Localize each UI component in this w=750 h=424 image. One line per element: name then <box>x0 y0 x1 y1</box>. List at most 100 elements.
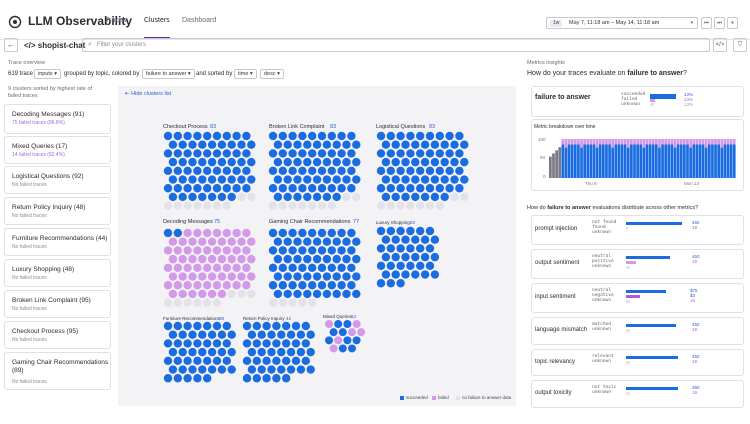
time-bar-succeeded <box>549 156 552 178</box>
x-tick: Mon 13 <box>684 181 700 186</box>
time-bar-succeeded <box>686 144 689 178</box>
cluster-card-decoding-messages[interactable]: Decoding Messages (91) 75 failed traces … <box>4 104 111 134</box>
shield-icon: ⛉ <box>737 42 743 48</box>
tab-dashboard[interactable]: Dashboard <box>182 17 216 24</box>
time-bar-succeeded <box>617 144 621 178</box>
time-bar-failed <box>648 139 652 145</box>
cluster-card-title: Return Policy Inquiry (48) <box>12 204 86 211</box>
time-bar-failed <box>580 139 583 148</box>
cluster-card-luxury-shopping[interactable]: Luxury Shopping (48) No failed traces <box>4 259 111 287</box>
cluster-card-mixed-queries[interactable]: Mixed Queries (17) 14 failed traces (82.… <box>4 136 111 164</box>
metric-value-label: unknown <box>592 359 611 364</box>
main-metric-name: failure to answer <box>535 94 591 101</box>
time-bar-succeeded <box>658 147 661 178</box>
metric-bar-segment <box>626 222 682 225</box>
cluster-card-gaming-chair[interactable]: Gaming Chair Recommendations (89) No fai… <box>4 352 111 390</box>
time-bar-failed <box>620 139 624 145</box>
color-by-select[interactable]: failure to answer ▾ <box>142 69 195 79</box>
time-bar-succeeded <box>623 144 627 178</box>
time-bar-succeeded <box>620 144 624 178</box>
time-bar-failed <box>592 139 596 145</box>
time-bar-failed <box>667 139 671 145</box>
time-bar-succeeded <box>611 147 615 178</box>
time-bar-succeeded <box>555 150 558 178</box>
time-bar-failed <box>720 139 724 148</box>
time-bar-succeeded <box>633 144 636 178</box>
metric-value-label: unknown <box>592 390 611 395</box>
cluster-count: 14 <box>351 314 357 319</box>
time-bar-succeeded <box>564 147 568 178</box>
cluster-card-checkout-process[interactable]: Checkout Process (95) No failed traces <box>4 321 111 349</box>
filter-placeholder: Filter your clusters <box>97 42 147 48</box>
cluster-card-title: Furniture Recommendations (44) <box>12 235 108 242</box>
time-bar-failed <box>729 139 733 145</box>
time-bar-succeeded <box>729 144 733 178</box>
time-bar-failed <box>623 139 627 145</box>
time-bar-failed <box>683 139 686 145</box>
time-bar-failed <box>689 139 692 148</box>
cluster-filter-input[interactable]: ⌕ Filter your clusters <box>82 38 710 52</box>
cluster-card-broken-link[interactable]: Broken Link Complaint (95) No failed tra… <box>4 290 111 318</box>
cluster-card-subtitle: No failed traces <box>12 379 47 385</box>
legend-failed: failed <box>438 395 449 400</box>
cluster-card-title: Broken Link Complaint (95) <box>12 297 91 304</box>
cluster-card-subtitle: No failed traces <box>12 337 47 343</box>
cluster-card-furniture-recommendations[interactable]: Furniture Recommendations (44) No failed… <box>4 228 111 256</box>
time-bar-succeeded <box>673 147 677 178</box>
time-bar-failed <box>570 139 574 145</box>
panel-collapse-icon: ⇤ <box>125 91 130 97</box>
code-view-button[interactable]: </> <box>713 38 727 52</box>
time-bar-succeeded <box>676 144 680 178</box>
question-suffix: ? <box>683 70 687 77</box>
cluster-title: Logistical Questions <box>376 124 426 130</box>
time-bar-succeeded <box>654 144 658 178</box>
time-bar-succeeded <box>558 147 562 178</box>
time-bar-succeeded <box>636 144 639 178</box>
time-bar-failed <box>679 139 683 145</box>
time-bar-succeeded <box>630 144 633 178</box>
metric-value-label: unknown <box>592 298 611 303</box>
cluster-title: Checkout Process <box>163 124 208 130</box>
tab-clusters[interactable]: Clusters <box>144 17 170 24</box>
cluster-card-return-policy[interactable]: Return Policy Inquiry (48) No failed tra… <box>4 197 111 225</box>
sort-field-select[interactable]: time ▾ <box>234 69 257 79</box>
x-tick: Thu 9 <box>585 181 597 186</box>
time-bar-succeeded <box>670 144 674 178</box>
back-button[interactable]: ← <box>4 38 18 52</box>
sort-direction-select[interactable]: desc ▾ <box>260 69 284 79</box>
time-bar-succeeded <box>664 144 668 178</box>
tab-traces[interactable]: Traces <box>105 17 126 24</box>
time-bar-failed <box>564 139 568 148</box>
dist-metric: failure to answer <box>547 205 591 211</box>
time-pause-button[interactable]: ⏸ <box>727 17 738 29</box>
time-bar-failed <box>692 139 696 145</box>
metric-value: 19 <box>692 390 698 395</box>
time-bar-succeeded <box>645 144 649 178</box>
cluster-count: 83 <box>210 124 217 130</box>
time-bar-succeeded <box>726 144 730 178</box>
trace-count: 619 trace <box>8 71 34 77</box>
cluster-card-logistical-questions[interactable]: Logistical Questions (92) No failed trac… <box>4 166 111 194</box>
time-range-picker[interactable]: 1w May 7, 11:18 am – May 14, 11:18 am ▾ <box>546 17 698 29</box>
shield-button[interactable]: ⛉ <box>733 38 747 52</box>
time-bar-succeeded <box>567 144 571 178</box>
time-bar-failed <box>661 139 664 145</box>
y-tick: 0 <box>543 174 546 179</box>
time-bar-succeeded <box>717 144 721 178</box>
metric-name: output sentiment <box>535 260 580 266</box>
time-bar-failed <box>651 139 655 145</box>
cluster-title: Broken Link Complaint <box>269 124 325 130</box>
time-bar-succeeded <box>608 144 611 178</box>
metric-bar-segment <box>626 266 630 269</box>
cluster-title: Mixed Queries <box>323 314 353 319</box>
hide-clusters-list-link[interactable]: ⇤ Hide clusters list <box>125 91 171 97</box>
time-bar-failed <box>704 139 708 148</box>
time-bar-failed <box>561 139 565 145</box>
clusters-summary: 9 clusters sorted by highest rate of fai… <box>8 86 93 99</box>
time-bar-failed <box>601 139 605 145</box>
time-bar-succeeded <box>667 144 671 178</box>
time-forward-button[interactable]: ⏭ <box>714 17 725 29</box>
time-back-button[interactable]: ⏮ <box>701 17 712 29</box>
metric-bar-segment <box>626 387 678 390</box>
field-select[interactable]: inputs ▾ <box>34 69 61 79</box>
